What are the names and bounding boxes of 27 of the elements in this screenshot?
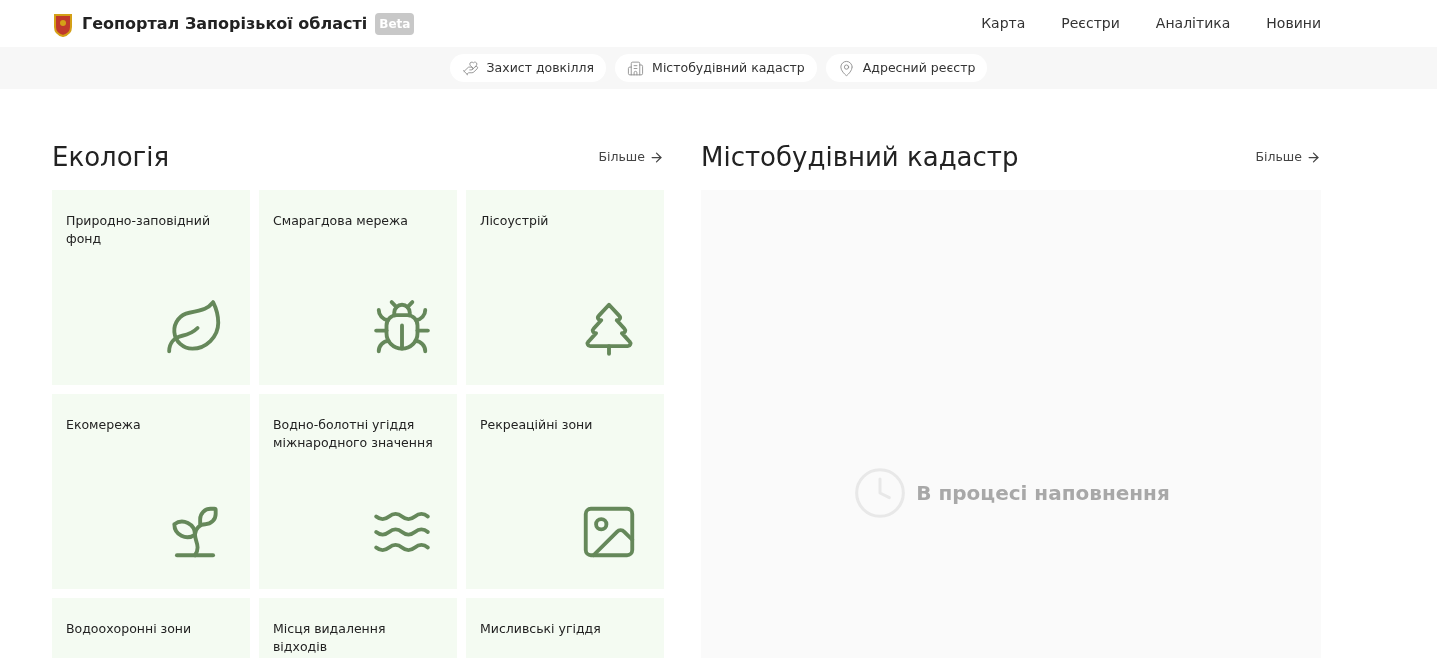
category-card[interactable]: Рекреаційні зони: [466, 394, 664, 589]
category-card[interactable]: Природно-заповідний фонд: [52, 190, 250, 385]
status-message: В процесі наповнення: [916, 479, 1170, 507]
nav-link[interactable]: Аналітика: [1155, 13, 1231, 34]
hand-heart-icon: [461, 59, 479, 77]
category-chip[interactable]: Захист довкілля: [449, 54, 607, 82]
arrow-icon: [1306, 149, 1321, 165]
site-title[interactable]: Геопортал Запорізької області: [82, 11, 368, 36]
category-card[interactable]: Екомережа: [52, 394, 250, 589]
category-card[interactable]: Місця видалення відходів: [259, 598, 457, 658]
category-chip[interactable]: Адресний реєстр: [825, 54, 988, 82]
category-card[interactable]: Водоохоронні зони: [52, 598, 250, 658]
category-card[interactable]: Смарагдова мережа: [259, 190, 457, 385]
section-title: Містобудівний кадастр: [701, 140, 1019, 174]
arrow-icon: [649, 149, 664, 165]
category-card[interactable]: Водно-болотні угіддя міжнародного значення: [259, 394, 457, 589]
nav-link[interactable]: Реєстри: [1061, 13, 1120, 34]
section-title: Екологія: [52, 140, 170, 174]
buildings-icon: [627, 59, 645, 77]
nav-link[interactable]: Новини: [1266, 13, 1321, 34]
category-card[interactable]: Лісоустрій: [466, 190, 664, 385]
category-card[interactable]: Мисливські угіддя: [466, 598, 664, 658]
more-link[interactable]: Більше: [1255, 147, 1321, 167]
more-link[interactable]: Більше: [598, 147, 664, 167]
category-chip[interactable]: Містобудівний кадастр: [615, 54, 817, 82]
map-pin-icon: [837, 59, 855, 77]
nav-link[interactable]: Карта: [981, 13, 1026, 34]
